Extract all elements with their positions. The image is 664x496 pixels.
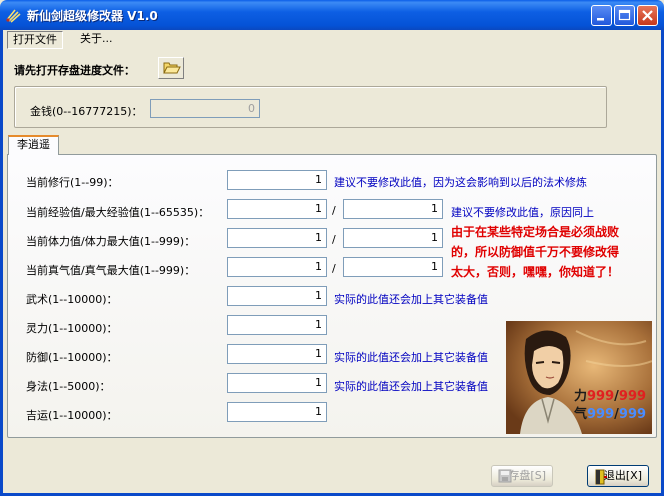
portrait-mp-value: 999: [587, 407, 615, 422]
agility-label: 身法(1--5000)：: [26, 380, 111, 393]
disk-icon: [498, 469, 512, 483]
title-bar[interactable]: 新仙剑超级修改器 V1.0: [0, 0, 664, 30]
folder-open-icon: [163, 62, 181, 74]
martial-note: 实际的此值还会加上其它装备值: [334, 293, 488, 306]
open-prompt-label: 请先打开存盘进度文件：: [14, 64, 135, 77]
cultivation-note: 建议不要修改此值，因为这会影响到以后的法术修炼: [334, 176, 587, 189]
exit-button[interactable]: 退出[X]: [587, 465, 649, 487]
portrait-mp-readout: 气999/999: [574, 403, 646, 422]
minimize-button[interactable]: [591, 5, 612, 26]
experience-label: 当前经验值/最大经验值(1--65535)：: [26, 206, 210, 219]
sword-app-icon[interactable]: [5, 7, 21, 23]
exit-door-icon: [595, 469, 607, 485]
portrait-hp-max: 999: [618, 389, 647, 404]
portrait-hp-label: 力: [574, 389, 588, 404]
defense-input[interactable]: 1: [227, 344, 327, 364]
portrait-mp-max: 999: [618, 407, 647, 422]
defense-warning-line2: 的，所以防御值千万不要修改得: [451, 245, 620, 259]
defense-warning-line1: 由于在某些特定场合是必须战败: [451, 225, 620, 239]
portrait-mp-label: 气: [574, 407, 588, 422]
agility-note: 实际的此值还会加上其它装备值: [334, 380, 488, 393]
menu-bar: 打开文件 关于...: [3, 30, 661, 49]
mp-current-input[interactable]: 1: [227, 257, 327, 277]
mp-label: 当前真气值/真气最大值(1--999)：: [26, 264, 196, 277]
window-frame-left: [0, 30, 3, 496]
portrait-hp-readout: 力999/999: [574, 385, 646, 404]
mp-separator: /: [332, 262, 336, 275]
tab-li-xiaoyao[interactable]: 李逍遥: [8, 135, 59, 155]
save-button[interactable]: 存盘[S]: [491, 465, 553, 487]
money-input[interactable]: 0: [150, 99, 260, 118]
cultivation-label: 当前修行(1--99)：: [26, 176, 119, 189]
defense-note: 实际的此值还会加上其它装备值: [334, 351, 488, 364]
experience-max-input[interactable]: 1: [343, 199, 443, 219]
spirit-label: 灵力(1--10000)：: [26, 322, 118, 335]
luck-label: 吉运(1--10000)：: [26, 409, 118, 422]
exit-button-label: 退出[X]: [603, 469, 642, 482]
menu-open-file[interactable]: 打开文件: [7, 31, 63, 49]
experience-note: 建议不要修改此值，原因同上: [451, 206, 594, 219]
minimize-icon: [597, 18, 604, 21]
money-label: 金钱(0--16777215)：: [30, 105, 143, 118]
experience-separator: /: [332, 204, 336, 217]
mp-max-input[interactable]: 1: [343, 257, 443, 277]
hp-max-input[interactable]: 1: [343, 228, 443, 248]
martial-input[interactable]: 1: [227, 286, 327, 306]
spirit-input[interactable]: 1: [227, 315, 327, 335]
window-title: 新仙剑超级修改器 V1.0: [27, 9, 158, 23]
maximize-button[interactable]: [614, 5, 635, 26]
defense-label: 防御(1--10000)：: [26, 351, 118, 364]
defense-warning-line3: 太大，否则，嘿嘿，你知道了！: [451, 265, 620, 279]
character-portrait: 力999/999 气999/999: [506, 321, 652, 434]
martial-label: 武术(1--10000)：: [26, 293, 118, 306]
maximize-icon: [618, 9, 631, 21]
cultivation-input[interactable]: 1: [227, 170, 327, 190]
open-file-button[interactable]: [158, 57, 184, 79]
menu-about[interactable]: 关于...: [75, 31, 118, 49]
luck-input[interactable]: 1: [227, 402, 327, 422]
save-button-label: 存盘[S]: [508, 469, 546, 482]
hp-label: 当前体力值/体力最大值(1--999)：: [26, 235, 196, 248]
hp-current-input[interactable]: 1: [227, 228, 327, 248]
experience-current-input[interactable]: 1: [227, 199, 327, 219]
hp-separator: /: [332, 233, 336, 246]
close-button[interactable]: [637, 5, 658, 26]
close-icon: [642, 10, 653, 21]
agility-input[interactable]: 1: [227, 373, 327, 393]
portrait-hp-value: 999: [587, 389, 615, 404]
